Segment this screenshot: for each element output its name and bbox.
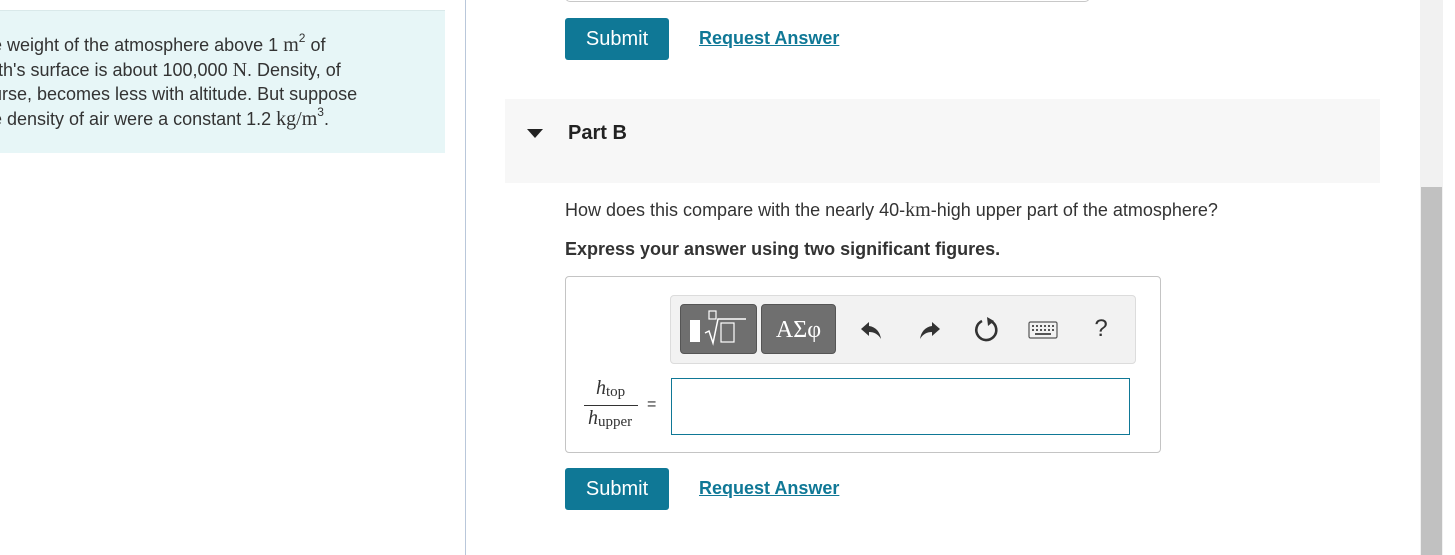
problem-line-2-end: . Density, of — [247, 59, 341, 80]
equals-sign: = — [647, 396, 657, 413]
numerator-subscript: top — [606, 384, 626, 400]
templates-button[interactable] — [680, 304, 757, 354]
help-button[interactable]: ? — [1089, 314, 1113, 344]
fraction-bar — [584, 405, 638, 406]
part-b-request-answer-link[interactable]: Request Answer — [699, 478, 839, 499]
problem-line-4-end: . — [323, 108, 329, 129]
part-a-submit-button[interactable]: Submit — [565, 18, 669, 60]
exponent: 3 — [317, 104, 324, 119]
redo-icon[interactable] — [914, 315, 944, 345]
problem-line-3: urse, becomes less with altitude. But su… — [0, 84, 358, 104]
scrollbar-thumb[interactable] — [1421, 187, 1442, 555]
unit-n: N — [232, 58, 248, 81]
problem-line-4: e density of air were a constant 1.2 — [0, 108, 277, 129]
ratio-label: htop hupper — [584, 377, 640, 437]
problem-line-2: rth's surface is about 100,000 — [0, 59, 233, 80]
undo-icon[interactable] — [857, 315, 887, 345]
greek-label: ΑΣφ — [775, 317, 822, 343]
problem-line-1-end: of — [305, 35, 326, 55]
denominator-variable: h — [588, 407, 598, 429]
question-text: How does this compare with the nearly 40… — [565, 200, 906, 220]
part-b-submit-button[interactable]: Submit — [565, 468, 669, 510]
math-toolbar: ΑΣφ ? — [670, 295, 1136, 364]
fraction-sqrt-template-icon — [690, 310, 746, 346]
question-text-end: -high upper part of the atmosphere? — [930, 200, 1218, 220]
collapse-caret-icon[interactable] — [527, 129, 543, 138]
unit-kg-per-m: kg/m — [276, 107, 318, 130]
part-b-question: How does this compare with the nearly 40… — [565, 199, 1218, 222]
problem-statement-panel: e weight of the atmosphere above 1 m2 of… — [0, 10, 445, 153]
part-b-title: Part B — [568, 122, 627, 144]
panel-divider — [465, 0, 466, 555]
part-b-instruction: Express your answer using two significan… — [565, 239, 1001, 259]
numerator-variable: h — [596, 377, 606, 399]
part-a-answer-box — [565, 0, 1090, 2]
fraction-denominator: hupper — [588, 407, 632, 430]
part-b-header[interactable]: Part B — [505, 99, 1380, 183]
keyboard-icon[interactable] — [1027, 317, 1059, 343]
exponent: 2 — [298, 31, 306, 45]
problem-line-1: e weight of the atmosphere above 1 — [0, 35, 284, 55]
fraction-numerator: htop — [596, 377, 625, 400]
reset-icon[interactable] — [971, 314, 1003, 346]
unit-m: m — [283, 34, 299, 56]
denominator-subscript: upper — [598, 414, 633, 430]
problem-text: e weight of the atmosphere above 1 m2 of… — [0, 31, 412, 131]
unit-km: km — [905, 199, 931, 221]
answer-input[interactable] — [671, 378, 1130, 435]
answer-entry-box: ΑΣφ ? htop hupper = — [565, 276, 1161, 453]
greek-symbols-button[interactable]: ΑΣφ — [761, 304, 836, 354]
part-a-request-answer-link[interactable]: Request Answer — [699, 28, 839, 49]
